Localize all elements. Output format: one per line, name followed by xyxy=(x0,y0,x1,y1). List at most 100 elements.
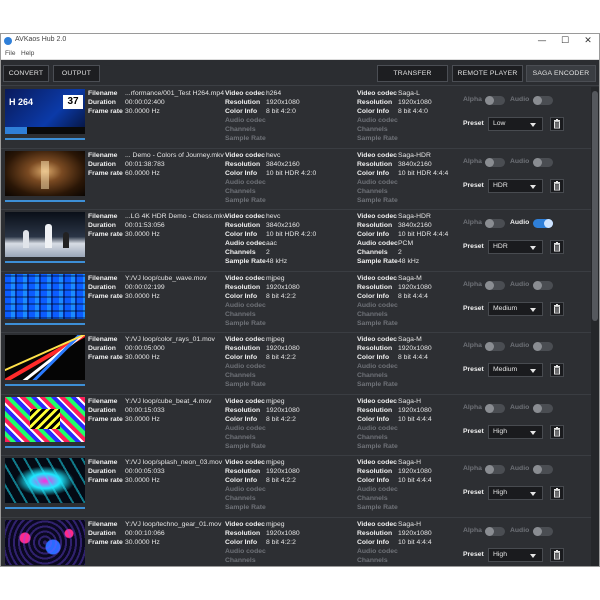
audio-toggle[interactable] xyxy=(533,526,553,536)
in-sample-rate-label: Sample Rate xyxy=(225,504,266,511)
audio-toggle[interactable] xyxy=(533,465,553,474)
delete-button[interactable] xyxy=(550,178,564,193)
delete-button[interactable] xyxy=(550,363,564,377)
audio-toggle[interactable] xyxy=(533,342,553,351)
out-audio-codec-label: Audio codec xyxy=(357,178,398,186)
output-button[interactable]: OUTPUT xyxy=(53,65,100,82)
audio-toggle[interactable] xyxy=(533,280,553,290)
in-audio-codec-label: Audio codec xyxy=(225,547,266,555)
preset-select[interactable]: Medium xyxy=(488,301,543,316)
filename-value: Y:/VJ loop/cube_wave.mov xyxy=(125,274,207,282)
minimize-button[interactable]: — xyxy=(531,35,553,47)
audio-label: Audio xyxy=(510,280,530,288)
delete-button[interactable] xyxy=(550,240,564,254)
preset-select[interactable]: High xyxy=(488,547,543,562)
in-channels-label: Channels xyxy=(225,433,256,441)
duration-value: 00:00:02:400 xyxy=(125,99,165,106)
audio-toggle[interactable] xyxy=(533,403,553,413)
delete-button[interactable] xyxy=(550,424,564,439)
file-row-5[interactable]: Filename Y:/VJ loop/color_rays_01.mov Du… xyxy=(1,333,591,395)
preset-value: Medium xyxy=(493,366,518,373)
preset-select[interactable]: Medium xyxy=(488,363,543,377)
alpha-toggle[interactable] xyxy=(485,465,505,474)
file-row-8[interactable]: Filename Y:/VJ loop/techno_gear_01.mov D… xyxy=(1,517,591,567)
duration-label: Duration xyxy=(88,468,116,475)
file-row-3[interactable]: Filename ...LG 4K HDR Demo - Chess.mkv D… xyxy=(1,210,591,272)
file-row-2[interactable]: Filename ... Demo - Colors of Journey.mk… xyxy=(1,148,591,210)
out-color-info-value: 10 bit HDR 4:4:4 xyxy=(398,169,449,177)
in-resolution-label: Resolution xyxy=(225,160,261,168)
out-color-info-value: 10 bit 4:4:4 xyxy=(398,538,432,546)
duration-value: 00:00:10:066 xyxy=(125,529,165,537)
duration-label: Duration xyxy=(88,160,116,168)
in-video-codec-value: mjpeg xyxy=(266,397,285,405)
out-sample-rate-label: Sample Rate xyxy=(357,135,398,142)
out-channels-label: Channels xyxy=(357,249,388,256)
frame-rate-label: Frame rate xyxy=(88,231,123,238)
delete-button[interactable] xyxy=(550,117,564,131)
preset-label: Preset xyxy=(463,366,484,373)
delete-button[interactable] xyxy=(550,547,564,562)
transfer-button[interactable]: TRANSFER xyxy=(377,65,448,82)
audio-label: Audio xyxy=(510,526,530,534)
audio-label: Audio xyxy=(510,219,530,226)
out-sample-rate-label: Sample Rate xyxy=(357,319,398,327)
out-color-info-value: 10 bit 4:4:4 xyxy=(398,477,432,484)
file-row-4[interactable]: Filename Y:/VJ loop/cube_wave.mov Durati… xyxy=(1,271,591,333)
filename-value: Y:/VJ loop/color_rays_01.mov xyxy=(125,336,215,343)
scrollbar[interactable] xyxy=(591,87,599,566)
out-video-codec-value: Saga-HDR xyxy=(398,151,431,159)
duration-label: Duration xyxy=(88,345,116,352)
preset-select[interactable]: HDR xyxy=(488,178,543,193)
alpha-toggle[interactable] xyxy=(485,157,505,167)
trash-icon xyxy=(554,426,560,436)
preset-select[interactable]: Low xyxy=(488,117,543,131)
file-row-6[interactable]: Filename Y:/VJ loop/cube_beat_4.mov Dura… xyxy=(1,394,591,456)
title-bar: AVKaos Hub 2.0 — ☐ ✕ xyxy=(1,34,599,48)
alpha-toggle[interactable] xyxy=(485,219,505,228)
saga-encoder-button[interactable]: SAGA ENCODER xyxy=(526,65,596,82)
alpha-label: Alpha xyxy=(463,96,482,103)
file-row-7[interactable]: Filename Y:/VJ loop/splash_neon_03.mov D… xyxy=(1,456,591,518)
frame-rate-label: Frame rate xyxy=(88,538,123,546)
preset-label: Preset xyxy=(463,243,484,250)
remote-player-button[interactable]: REMOTE PLAYER xyxy=(452,65,523,82)
in-video-codec-value: mjpeg xyxy=(266,336,285,343)
alpha-toggle[interactable] xyxy=(485,526,505,536)
preset-select[interactable]: HDR xyxy=(488,240,543,254)
audio-label: Audio xyxy=(510,157,530,165)
delete-button[interactable] xyxy=(550,486,564,500)
menu-file[interactable]: File xyxy=(5,50,15,57)
in-resolution-label: Resolution xyxy=(225,99,261,106)
preset-select[interactable]: High xyxy=(488,486,543,500)
in-video-codec-value: h264 xyxy=(266,90,282,97)
maximize-button[interactable]: ☐ xyxy=(554,35,576,47)
out-color-info-value: 8 bit 4:4:0 xyxy=(398,108,428,115)
alpha-toggle[interactable] xyxy=(485,403,505,413)
chevron-down-icon xyxy=(530,184,536,189)
scrollbar-thumb[interactable] xyxy=(592,91,598,321)
out-color-info-label: Color Info xyxy=(357,538,390,546)
app-window: AVKaos Hub 2.0 — ☐ ✕ File Help CONVERT O… xyxy=(0,33,600,567)
alpha-toggle[interactable] xyxy=(485,96,505,105)
app-logo-icon xyxy=(4,37,12,45)
alpha-toggle[interactable] xyxy=(485,280,505,290)
close-button[interactable]: ✕ xyxy=(577,35,599,47)
menu-help[interactable]: Help xyxy=(21,50,34,57)
preset-select[interactable]: High xyxy=(488,424,543,439)
in-color-info-label: Color Info xyxy=(225,292,258,300)
file-row-1[interactable]: H 264 37 Filename ...rformance/001_Test H… xyxy=(1,87,591,149)
audio-toggle[interactable] xyxy=(533,96,553,105)
chevron-down-icon xyxy=(530,430,536,435)
delete-button[interactable] xyxy=(550,301,564,316)
alpha-toggle[interactable] xyxy=(485,342,505,351)
in-sample-rate-label: Sample Rate xyxy=(225,319,266,327)
convert-button[interactable]: CONVERT xyxy=(3,65,49,82)
out-audio-codec-value: PCM xyxy=(398,240,414,247)
in-resolution-label: Resolution xyxy=(225,345,261,352)
in-video-codec-label: Video codec xyxy=(225,520,265,528)
in-resolution-label: Resolution xyxy=(225,283,261,291)
audio-toggle[interactable] xyxy=(533,219,553,228)
in-sample-rate-label: Sample Rate xyxy=(225,566,266,567)
audio-toggle[interactable] xyxy=(533,157,553,167)
